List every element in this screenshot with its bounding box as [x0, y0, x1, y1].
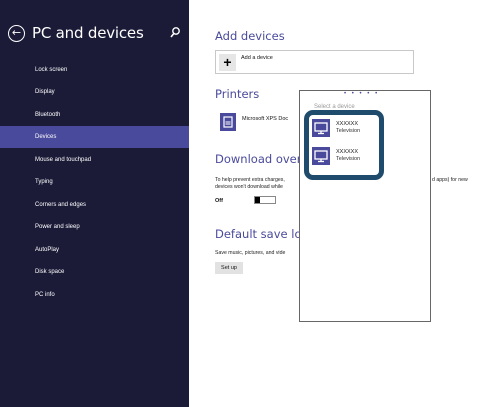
sidebar-item-mouse-and-touchpad[interactable]: Mouse and touchpad — [0, 149, 189, 171]
download-text-line1: To help prevent extra charges, — [215, 177, 285, 183]
toggle-knob — [255, 197, 260, 203]
plus-icon: + — [219, 54, 236, 71]
set-up-button[interactable]: Set up — [215, 262, 243, 274]
toggle-state-label: Off — [215, 198, 223, 204]
sidebar-header: ← PC and devices — [8, 24, 183, 46]
device-name: XXXXXX — [336, 121, 359, 127]
sidebar-title: PC and devices — [32, 24, 144, 42]
sidebar-item-bluetooth[interactable]: Bluetooth — [0, 104, 189, 126]
sidebar-item-disk-space[interactable]: Disk space — [0, 261, 189, 283]
default-save-text: Save music, pictures, and vide — [215, 250, 286, 256]
sidebar-item-devices[interactable]: Devices — [0, 126, 189, 148]
sidebar-item-autoplay[interactable]: AutoPlay — [0, 239, 189, 261]
sidebar-item-display[interactable]: Display — [0, 81, 189, 103]
tv-monitor-icon — [312, 147, 330, 165]
device-item[interactable]: XXXXXX Television — [312, 119, 378, 141]
sidebar-item-pc-info[interactable]: PC info — [0, 284, 189, 306]
printers-title: Printers — [215, 87, 260, 101]
download-title: Download over — [215, 152, 302, 166]
device-item[interactable]: XXXXXX Television — [312, 147, 378, 169]
back-arrow-icon[interactable]: ← — [8, 25, 25, 42]
download-text-right: d apps) for new — [432, 177, 468, 183]
device-type: Television — [336, 156, 361, 162]
metered-download-toggle[interactable] — [254, 196, 276, 204]
sidebar-item-corners-and-edges[interactable]: Corners and edges — [0, 194, 189, 216]
printer-icon — [220, 113, 236, 131]
sidebar: ← PC and devices Lock screen Display Blu… — [0, 0, 189, 407]
add-devices-title: Add devices — [215, 29, 285, 43]
sidebar-item-power-and-sleep[interactable]: Power and sleep — [0, 216, 189, 238]
download-text-line2: devices won't download while — [215, 184, 283, 190]
printer-item-label[interactable]: Microsoft XPS Doc — [242, 116, 288, 122]
tv-monitor-icon — [312, 119, 330, 137]
device-name: XXXXXX — [336, 149, 359, 155]
add-device-button[interactable]: + Add a device — [215, 50, 414, 74]
device-type: Television — [336, 128, 361, 134]
sidebar-item-lock-screen[interactable]: Lock screen — [0, 59, 189, 81]
sidebar-item-typing[interactable]: Typing — [0, 171, 189, 193]
device-list-highlight: XXXXXX Television XXXXXX Television — [304, 110, 384, 180]
add-device-label: Add a device — [241, 55, 273, 61]
search-icon[interactable] — [169, 26, 181, 40]
progress-dots: • • • • • — [344, 91, 380, 97]
